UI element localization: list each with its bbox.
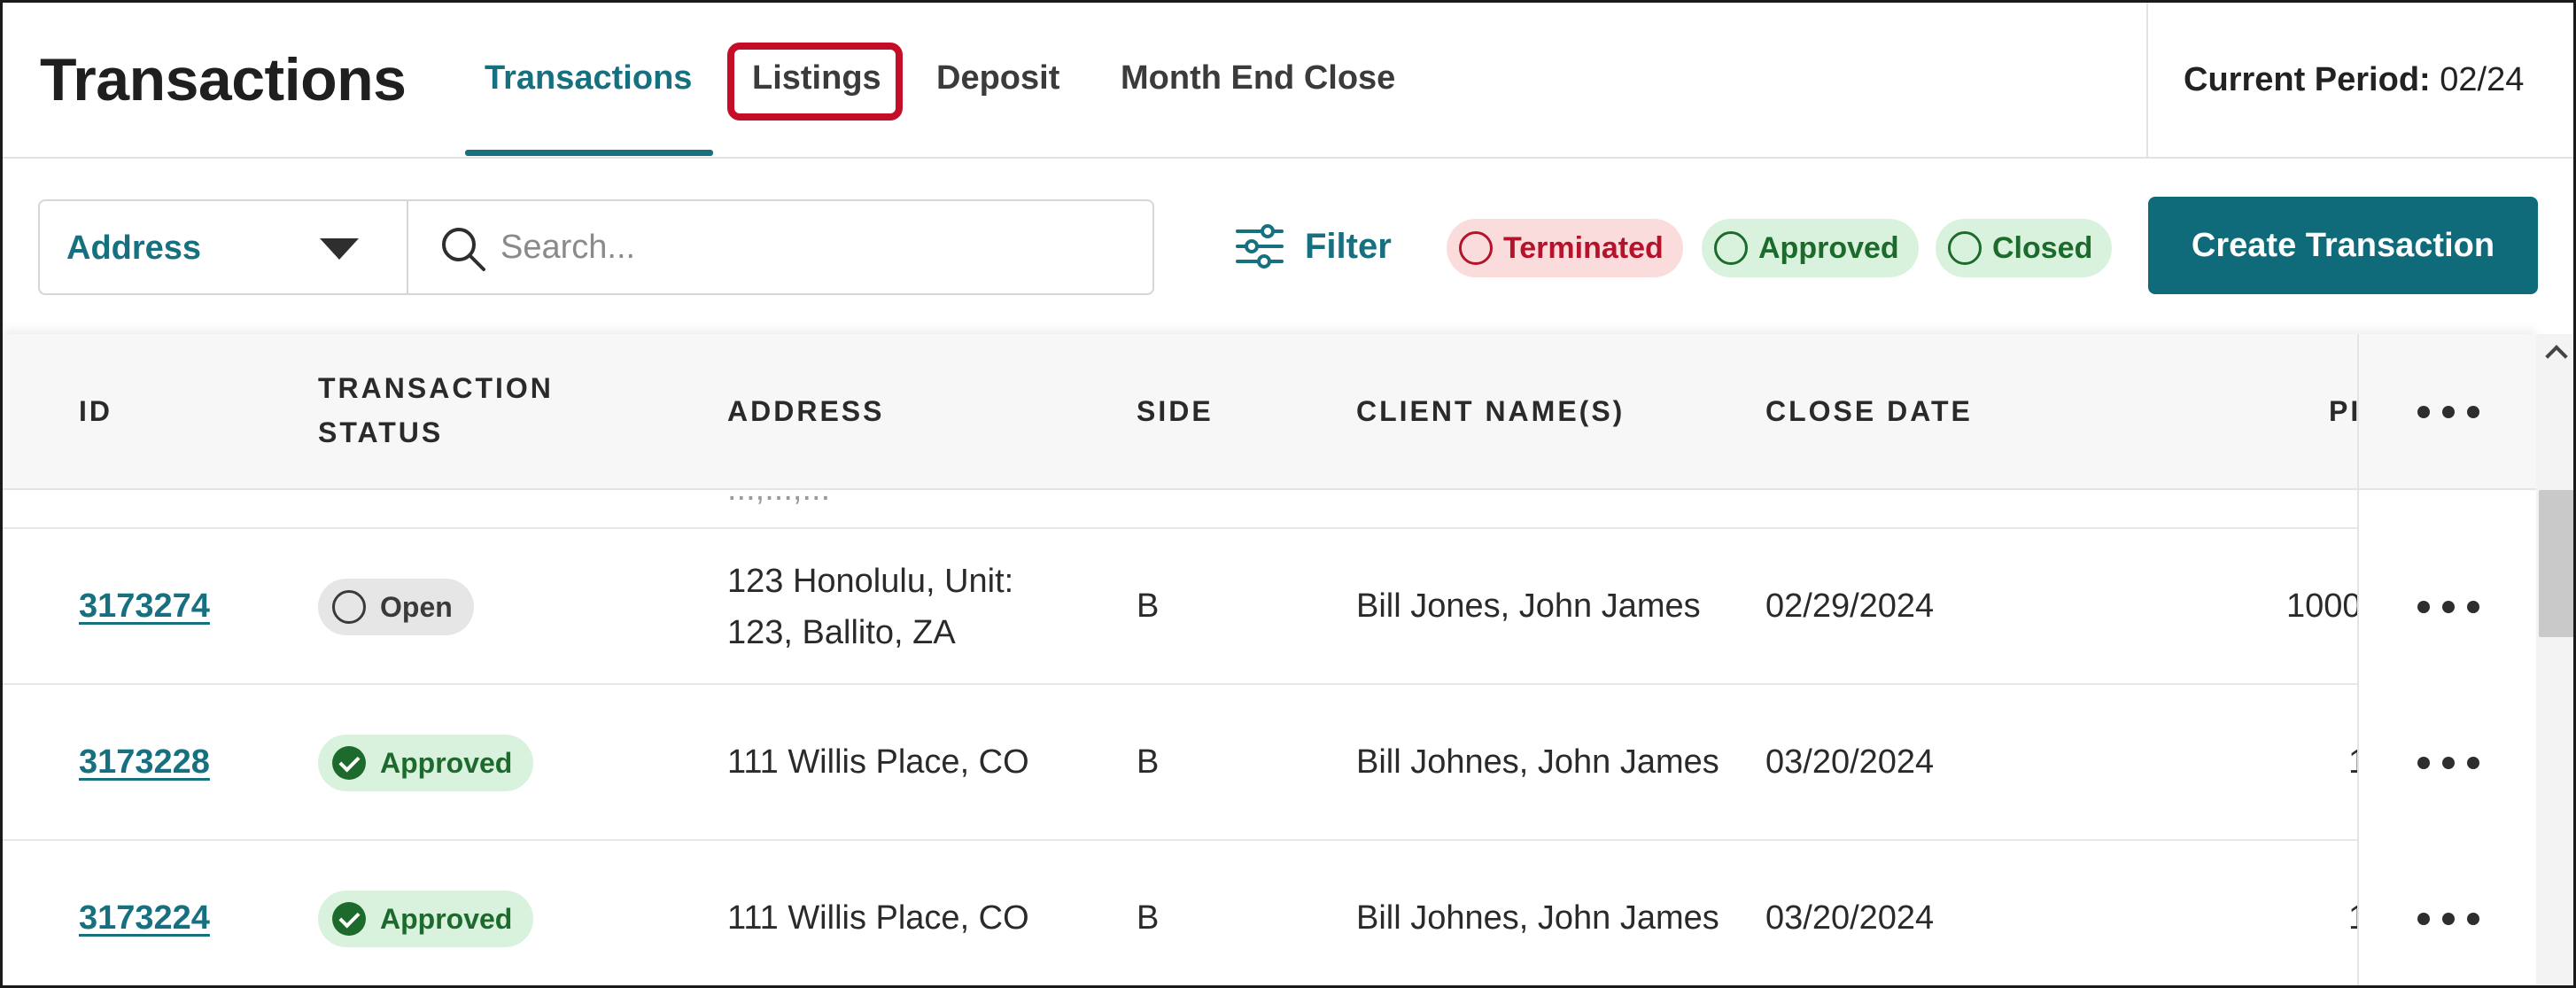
more-dots-icon[interactable] — [2417, 910, 2479, 928]
price-cell-clipped: 1000 — [2270, 580, 2357, 634]
column-header-close-date[interactable]: CLOSE DATE — [1765, 389, 1973, 433]
table-header: ID TRANSACTION STATUS ADDRESS SIDE CLIEN… — [3, 334, 2536, 490]
price-cell-clipped: 1 — [2270, 736, 2357, 790]
close-date-cell: 03/20/2024 — [1765, 743, 1935, 781]
table-row[interactable]: 3173224 Approved 111 Willis Place, CO B … — [3, 841, 2357, 985]
partial-row-text: ...,...,... — [727, 492, 830, 509]
table-row[interactable]: 3173228 Approved 111 Willis Place, CO B … — [3, 685, 2357, 841]
tab-deposit[interactable]: Deposit — [936, 59, 1059, 97]
side-cell: B — [1137, 587, 1160, 625]
status-badge-label: Approved — [380, 746, 513, 779]
price-cell-clipped: 1 — [2270, 892, 2357, 945]
transaction-id-link[interactable]: 3173274 — [79, 580, 210, 632]
radio-circle-icon — [1459, 231, 1493, 265]
column-header-side[interactable]: SIDE — [1137, 389, 1214, 433]
status-badge: Approved — [318, 891, 534, 947]
filter-button-label: Filter — [1305, 226, 1392, 266]
status-badge: Open — [318, 579, 474, 635]
create-transaction-button[interactable]: Create Transaction — [2148, 197, 2538, 294]
search-field-dropdown[interactable]: Address — [40, 201, 407, 293]
search-divider — [407, 201, 408, 293]
column-header-price[interactable]: PI — [2329, 389, 2359, 433]
actions-header — [2359, 334, 2536, 490]
chip-approved[interactable]: Approved — [1702, 219, 1919, 277]
current-period-label: Current Period: — [2184, 61, 2431, 98]
transaction-id-link[interactable]: 3173224 — [79, 892, 210, 944]
side-cell: B — [1137, 743, 1160, 781]
filter-sliders-icon — [1236, 224, 1284, 268]
search-field-dropdown-label: Address — [66, 229, 202, 267]
scroll-up-arrow-icon[interactable] — [2545, 345, 2568, 368]
radio-circle-icon — [1948, 231, 1982, 265]
table-row[interactable]: 3173274 Open 123 Honolulu, Unit: 123, Ba… — [3, 529, 2357, 685]
tab-listings[interactable]: Listings — [752, 59, 881, 97]
search-input[interactable] — [500, 221, 1121, 274]
close-date-cell: 03/20/2024 — [1765, 899, 1935, 937]
table-scrollbar[interactable] — [2536, 334, 2573, 985]
top-nav: Transactions Transactions Listings Depos… — [3, 3, 2573, 159]
column-header-client-names[interactable]: CLIENT NAME(S) — [1356, 389, 1625, 433]
column-header-id[interactable]: ID — [79, 389, 113, 433]
scrollbar-thumb[interactable] — [2539, 490, 2573, 637]
transaction-id-link[interactable]: 3173228 — [79, 736, 210, 788]
address-cell-line1: 123 Honolulu, Unit: — [727, 563, 1014, 600]
column-header-transaction[interactable]: TRANSACTION — [318, 366, 554, 410]
chip-terminated-label: Terminated — [1503, 230, 1664, 265]
client-names-cell: Bill Johnes, John James — [1356, 899, 1719, 937]
search-icon — [442, 228, 485, 271]
current-period: Current Period: 02/24 — [2184, 61, 2524, 99]
row-actions-column — [2357, 334, 2536, 985]
address-cell-line1: 111 Willis Place, CO — [727, 743, 1029, 781]
client-names-cell: Bill Johnes, John James — [1356, 743, 1719, 781]
column-header-status[interactable]: STATUS — [318, 410, 443, 455]
table-row-partial: ...,...,... — [3, 492, 2357, 529]
status-badge-label: Approved — [380, 902, 513, 935]
chip-closed-label: Closed — [1992, 230, 2093, 265]
status-badge-label: Open — [380, 590, 453, 623]
page-title: Transactions — [40, 46, 407, 113]
side-cell: B — [1137, 899, 1160, 937]
more-dots-icon[interactable] — [2417, 754, 2479, 772]
address-cell-line1: 111 Willis Place, CO — [727, 899, 1029, 937]
check-circle-icon — [332, 746, 366, 780]
radio-circle-icon — [332, 590, 366, 624]
price-cell: 1 — [2348, 892, 2357, 944]
tab-month-end-close[interactable]: Month End Close — [1121, 59, 1395, 97]
more-dots-icon[interactable] — [2417, 403, 2479, 421]
tab-transactions[interactable]: Transactions — [485, 59, 692, 97]
status-badge: Approved — [318, 735, 534, 791]
active-tab-indicator — [465, 150, 713, 156]
chip-closed[interactable]: Closed — [1936, 219, 2113, 277]
address-cell-line2: 123, Ballito, ZA — [727, 614, 956, 651]
price-cell: 1 — [2348, 736, 2357, 788]
price-cell: 1000 — [2286, 587, 2357, 625]
search-group: Address — [38, 199, 1154, 295]
client-names-cell: Bill Jones, John James — [1356, 587, 1701, 625]
more-dots-icon[interactable] — [2417, 598, 2479, 616]
chip-approved-label: Approved — [1758, 230, 1899, 265]
close-date-cell: 02/29/2024 — [1765, 587, 1935, 625]
caret-down-icon — [320, 238, 359, 260]
header-divider — [2146, 3, 2148, 159]
column-header-price-clipped: PI — [2327, 389, 2359, 433]
filter-button[interactable]: Filter — [1234, 215, 1392, 277]
current-period-value: 02/24 — [2440, 61, 2525, 98]
column-header-address[interactable]: ADDRESS — [727, 389, 884, 433]
app-window: Transactions Transactions Listings Depos… — [0, 0, 2576, 988]
radio-circle-icon — [1714, 231, 1748, 265]
check-circle-icon — [332, 902, 366, 936]
chip-terminated[interactable]: Terminated — [1447, 219, 1683, 277]
